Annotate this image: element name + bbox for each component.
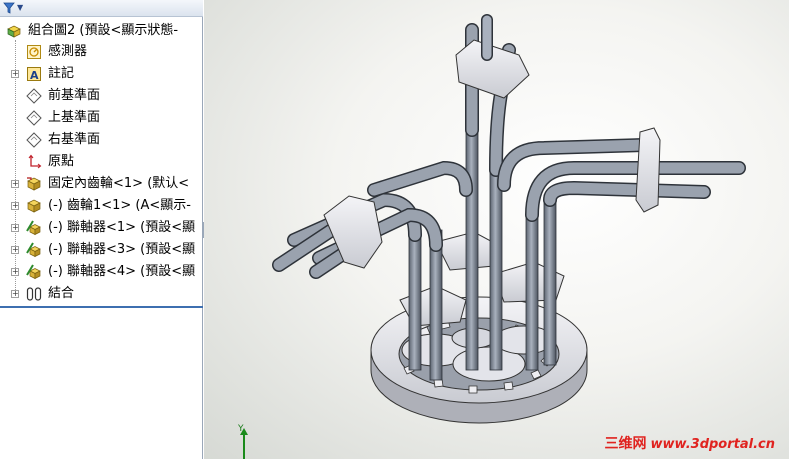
chevron-down-icon: ▼ [17,3,24,12]
expand-icon[interactable]: + [11,202,19,210]
plane-icon [26,88,42,104]
tree-filter-bar: ▼ [0,0,203,17]
feature-manager-tree: ▼ 組合圖2 (預設<顯示狀態- 感測器 + A 註記 前基準面 上基準面 右基… [0,0,203,459]
tree-item-annotations[interactable]: + A 註記 [0,64,203,84]
filter-button[interactable]: ▼ [3,1,35,15]
tree-item-label: 上基準面 [48,110,101,125]
tree-item-assembly-root[interactable]: 組合圖2 (預設<顯示狀態- [0,21,203,41]
expand-icon[interactable]: + [11,290,19,298]
tree-item-label: 感測器 [48,44,88,59]
view-triad-icon [240,428,248,459]
part-edit-icon [26,220,41,236]
triad-y-label: Y [238,424,244,434]
tree-item-coupling-4[interactable]: + (-) 聯軸器<4> (預設<顯 [0,262,203,282]
part-icon [27,177,41,191]
expand-icon[interactable]: + [11,70,19,78]
expand-icon[interactable]: + [11,180,19,188]
assembly-model-render [272,14,746,424]
sensor-icon [27,45,41,59]
tree-item-label: 結合 [48,286,75,301]
tree-item-right-plane[interactable]: 右基準面 [0,130,203,150]
watermark: 三维网 www.3dportal.cn [605,433,775,453]
expand-icon[interactable]: + [11,224,19,232]
tree-item-sensors[interactable]: 感測器 [0,42,203,62]
tree-item-label: 組合圖2 (預設<顯示狀態- [28,23,179,38]
tree-item-top-plane[interactable]: 上基準面 [0,108,203,128]
part-edit-icon [26,242,41,258]
expand-icon[interactable]: + [11,246,19,254]
watermark-url: www.3dportal.cn [650,437,775,452]
tree-item-label: (-) 聯軸器<4> (預設<顯 [48,264,196,279]
tree-item-gear1[interactable]: + (-) 齒輪1<1> (A<顯示- [0,196,203,216]
tree-item-label: (-) 聯軸器<3> (預設<顯 [48,242,196,257]
part-icon [27,199,41,213]
svg-text:A: A [30,69,39,82]
tree-item-label: 前基準面 [48,88,101,103]
graphics-viewport[interactable]: Y 三维网 www.3dportal.cn [204,0,789,459]
assembly-icon [7,25,21,38]
part-edit-icon [26,264,41,280]
tree-item-label: 註記 [48,66,75,81]
tree-item-coupling-1[interactable]: + (-) 聯軸器<1> (預設<顯 [0,218,203,238]
mates-icon [26,287,42,301]
tree-item-origin[interactable]: 原點 [0,152,203,172]
tree-item-label: (-) 聯軸器<1> (預設<顯 [48,220,196,235]
watermark-site-name: 三维网 [604,436,647,452]
expand-icon[interactable]: + [11,268,19,276]
tree-item-label: (-) 齒輪1<1> (A<顯示- [48,198,191,213]
tree-item-mates[interactable]: + 結合 [0,284,203,304]
funnel-icon [3,2,15,14]
tree-item-fixed-internal-gear[interactable]: + 固定內齒輪<1> (默认< [0,174,203,194]
origin-icon [28,154,42,169]
tree-item-label: 固定內齒輪<1> (默认< [48,176,190,191]
tree-item-label: 右基準面 [48,132,101,147]
plane-icon [26,110,42,126]
annotation-icon: A [27,67,41,82]
tree-item-label: 原點 [48,154,75,169]
right-end-plate [635,127,661,213]
plane-icon [26,132,42,148]
tree-item-coupling-3[interactable]: + (-) 聯軸器<3> (預設<顯 [0,240,203,260]
tree-bottom-divider [0,306,203,308]
right-coupling-arm [497,138,746,222]
tree-item-front-plane[interactable]: 前基準面 [0,86,203,106]
